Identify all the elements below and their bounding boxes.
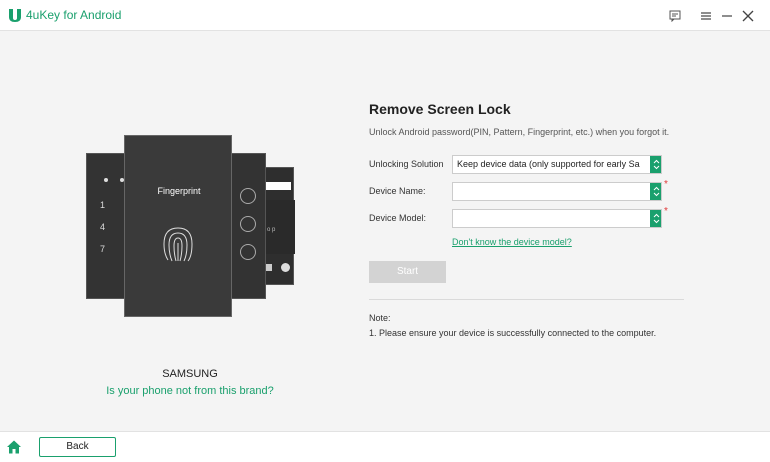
app-logo-icon bbox=[9, 9, 21, 22]
fingerprint-icon bbox=[163, 227, 193, 262]
close-icon[interactable] bbox=[739, 7, 757, 25]
feedback-icon[interactable] bbox=[666, 7, 684, 25]
home-icon[interactable] bbox=[6, 439, 24, 457]
keyboard-key-icon bbox=[265, 264, 272, 271]
unlocking-solution-select[interactable]: Keep device data (only supported for ear… bbox=[452, 155, 662, 174]
chevron-updown-icon bbox=[650, 156, 661, 173]
pattern-ring-icon bbox=[240, 216, 256, 232]
page-description: Unlock Android password(PIN, Pattern, Fi… bbox=[369, 127, 670, 137]
footer-bar: Back bbox=[0, 431, 770, 462]
note-text: 1. Please ensure your device is successf… bbox=[369, 328, 657, 338]
device-brand: SAMSUNG bbox=[162, 368, 218, 380]
pin-digit: 4 bbox=[100, 222, 106, 232]
device-model-help-link[interactable]: Don't know the device model? bbox=[452, 237, 572, 247]
required-mark: * bbox=[664, 179, 668, 190]
device-name-select[interactable] bbox=[452, 182, 662, 201]
minimize-icon[interactable] bbox=[718, 7, 736, 25]
start-button[interactable]: Start bbox=[369, 261, 446, 283]
not-brand-link[interactable]: Is your phone not from this brand? bbox=[60, 385, 320, 397]
chevron-updown-icon bbox=[650, 210, 661, 227]
unlocking-solution-value: Keep device data (only supported for ear… bbox=[457, 159, 640, 169]
app-title: 4uKey for Android bbox=[26, 8, 122, 22]
chevron-updown-icon bbox=[650, 183, 661, 200]
divider bbox=[369, 299, 684, 300]
pattern-phone bbox=[228, 153, 266, 299]
pin-digit: 1 bbox=[100, 200, 106, 210]
pattern-ring-icon bbox=[240, 244, 256, 260]
unlocking-solution-label: Unlocking Solution bbox=[369, 159, 444, 169]
required-mark: * bbox=[664, 206, 668, 217]
pin-digit: 7 bbox=[100, 244, 106, 254]
menu-icon[interactable] bbox=[697, 7, 715, 25]
password-field bbox=[265, 182, 291, 190]
lock-screen-illustration: 1 4 7 u i o p Fingerprint bbox=[86, 135, 296, 317]
page-title: Remove Screen Lock bbox=[369, 101, 511, 117]
device-name-label: Device Name: bbox=[369, 186, 426, 196]
note-title: Note: bbox=[369, 313, 391, 323]
pattern-ring-icon bbox=[240, 188, 256, 204]
device-model-label: Device Model: bbox=[369, 213, 427, 223]
pin-dot bbox=[104, 178, 108, 182]
back-button[interactable]: Back bbox=[39, 437, 116, 457]
fingerprint-phone: Fingerprint bbox=[124, 135, 232, 317]
enter-icon bbox=[281, 263, 290, 272]
fingerprint-label: Fingerprint bbox=[157, 186, 201, 196]
device-model-select[interactable] bbox=[452, 209, 662, 228]
main-panel: 1 4 7 u i o p Fingerprint SAMSUNG Is you… bbox=[0, 31, 770, 431]
title-bar: 4uKey for Android bbox=[0, 0, 770, 31]
